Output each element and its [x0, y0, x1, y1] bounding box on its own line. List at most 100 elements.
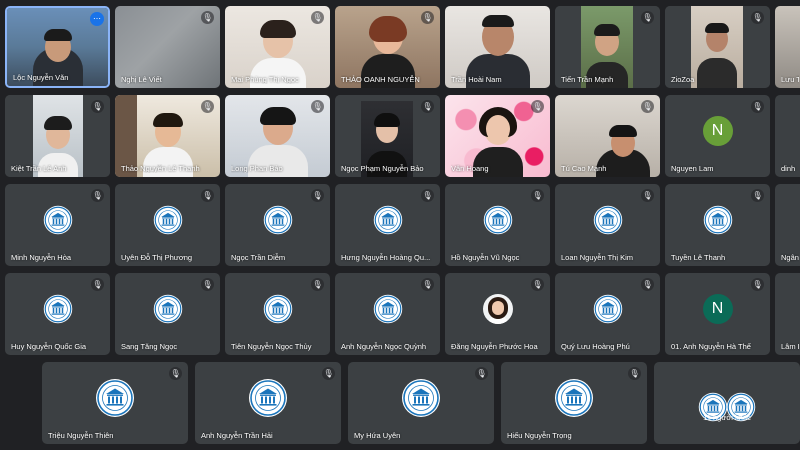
participant-name: Hiếu Nguyễn Trọng — [507, 431, 572, 440]
participant-tile[interactable]: Trần Hoài Nam — [445, 6, 550, 88]
participant-tile[interactable]: 🎙 Tuyền Lê Thanh — [665, 184, 770, 266]
participant-name: Ngân — [781, 253, 799, 262]
participant-tile[interactable]: 🎙 Nghị Lê Viết — [115, 6, 220, 88]
others-tile[interactable]: 11 người khác — [654, 362, 800, 444]
avatar: N — [702, 116, 733, 147]
participant-tile[interactable]: N 🎙 Nguyen Lam — [665, 95, 770, 177]
mic-off-icon: 🎙 — [91, 189, 104, 202]
mic-off-icon: 🎙 — [475, 367, 488, 380]
participant-tile[interactable]: 🎙 Loan Nguyễn Thị Kim — [555, 184, 660, 266]
mic-off-icon: 🎙 — [311, 100, 324, 113]
participant-tile[interactable]: dinh — [775, 95, 800, 177]
participant-tile[interactable]: 🎙 Sang Tăng Ngọc — [115, 273, 220, 355]
participant-name: Anh Nguyễn Trần Hải — [201, 431, 273, 440]
mic-off-icon: 🎙 — [751, 100, 764, 113]
mic-off-icon: 🎙 — [322, 367, 335, 380]
participant-name: Tiến Trần Mạnh — [561, 75, 614, 84]
participant-name: Anh Nguyễn Ngọc Quỳnh — [341, 342, 427, 351]
participant-tile[interactable]: 🎙 Ngọc Trần Diễm — [225, 184, 330, 266]
participant-name: Huy Nguyễn Quốc Gia — [11, 342, 87, 351]
participant-name: My Hứa Uyên — [354, 431, 401, 440]
participant-tile[interactable]: ⋯ Lộc Nguyễn Văn — [5, 6, 110, 88]
participant-name: Đăng Nguyễn Phước Hoa — [451, 342, 538, 351]
mic-off-icon: 🎙 — [201, 278, 214, 291]
participant-name: Lộc Nguyễn Văn — [13, 73, 69, 82]
university-logo-avatar — [262, 205, 293, 235]
mic-off-icon: 🎙 — [531, 278, 544, 291]
participant-name: Hưng Nguyễn Hoàng Qu... — [341, 253, 431, 262]
mic-off-icon: 🎙 — [751, 189, 764, 202]
university-logo-avatar — [482, 205, 513, 235]
university-logo-avatar — [372, 294, 403, 324]
mic-off-icon: 🎙 — [421, 11, 434, 24]
participant-tile[interactable]: 🎙 Thảo Nguyễn Lê Thanh — [115, 95, 220, 177]
university-logo-avatar — [152, 205, 183, 235]
university-logo-avatar — [592, 294, 623, 324]
participant-name: Mai Phùng Thị Ngọc — [231, 75, 299, 84]
participant-name: Nguyen Lam — [671, 164, 714, 173]
participant-tile[interactable]: 🎙 THẢO OANH NGUYỄN — [335, 6, 440, 88]
mic-off-icon: 🎙 — [641, 278, 654, 291]
participant-tile[interactable]: 🎙 Đăng Nguyễn Phước Hoa — [445, 273, 550, 355]
participant-name: Thảo Nguyễn Lê Thanh — [121, 164, 200, 173]
mic-off-icon: 🎙 — [641, 100, 654, 113]
mic-off-icon: 🎙 — [751, 11, 764, 24]
mic-off-icon: 🎙 — [201, 189, 214, 202]
participant-name: THẢO OANH NGUYỄN — [341, 75, 420, 84]
participant-tile[interactable]: 🎙 Mai Phùng Thị Ngọc — [225, 6, 330, 88]
participant-tile[interactable]: Lâm L — [775, 273, 800, 355]
participant-name: Loan Nguyễn Thị Kim — [561, 253, 633, 262]
university-logo-avatar — [95, 378, 135, 418]
university-logo-avatar — [42, 205, 73, 235]
university-logo-avatar — [372, 205, 403, 235]
mic-off-icon: 🎙 — [311, 189, 324, 202]
mic-off-icon: 🎙 — [641, 189, 654, 202]
participant-name: Tuyền Lê Thanh — [671, 253, 726, 262]
mic-off-icon: 🎙 — [751, 278, 764, 291]
participant-tile[interactable]: 🎙 Quý Lưu Hoàng Phú — [555, 273, 660, 355]
participant-tile[interactable]: 🎙 Uyên Đỗ Thị Phương — [115, 184, 220, 266]
mic-off-icon: 🎙 — [91, 278, 104, 291]
participant-tile[interactable]: 🎙 Minh Nguyễn Hòa — [5, 184, 110, 266]
participant-name: Ngọc Trần Diễm — [231, 253, 286, 262]
participant-name: 01. Anh Nguyễn Hà Thế — [671, 342, 751, 351]
mic-off-icon: 🎙 — [641, 11, 654, 24]
university-logo-avatar — [262, 294, 293, 324]
mic-off-icon: 🎙 — [311, 278, 324, 291]
participant-tile[interactable]: 🎙 My Hứa Uyên — [348, 362, 494, 444]
participant-tile[interactable]: 🎙 Hồ Nguyễn Vũ Ngọc — [445, 184, 550, 266]
participant-name: Uyên Đỗ Thị Phương — [121, 253, 193, 262]
participant-tile[interactable]: N 🎙 01. Anh Nguyễn Hà Thế — [665, 273, 770, 355]
participant-tile[interactable]: 🎙 Ngọc Phạm Nguyễn Bảo — [335, 95, 440, 177]
mic-off-icon: 🎙 — [421, 189, 434, 202]
participant-tile[interactable]: 🎙 Long Phan Bảo — [225, 95, 330, 177]
participant-name: Trần Hoài Nam — [451, 75, 502, 84]
mic-off-icon: 🎙 — [628, 367, 641, 380]
participant-tile[interactable]: 🎙 Triệu Nguyễn Thiên — [42, 362, 188, 444]
university-logo-avatar — [554, 378, 594, 418]
participant-tile[interactable]: 🎙 Tiến Trần Mạnh — [555, 6, 660, 88]
participant-tile[interactable]: 🎙 Anh Nguyễn Ngọc Quỳnh — [335, 273, 440, 355]
participant-tile[interactable]: 🎙 Tú Cao Mạnh — [555, 95, 660, 177]
more-options-icon[interactable]: ⋯ — [90, 12, 104, 26]
participant-name: Lưu Th — [781, 75, 799, 84]
participant-tile[interactable]: 🎙 Hiếu Nguyễn Trọng — [501, 362, 647, 444]
participant-tile[interactable]: 🎙 Hưng Nguyễn Hoàng Qu... — [335, 184, 440, 266]
avatar — [482, 294, 513, 325]
mic-off-icon: 🎙 — [201, 11, 214, 24]
mic-off-icon: 🎙 — [421, 278, 434, 291]
participant-tile[interactable]: 🎙 Anh Nguyễn Trần Hải — [195, 362, 341, 444]
university-logo-avatar — [42, 294, 73, 324]
university-logo-avatar — [401, 378, 441, 418]
mic-off-icon: 🎙 — [311, 11, 324, 24]
university-logo-avatar — [702, 205, 733, 235]
participant-tile[interactable]: Lưu Th — [775, 6, 800, 88]
participant-tile[interactable]: 🎙 Huy Nguyễn Quốc Gia — [5, 273, 110, 355]
participant-tile[interactable]: Ngân — [775, 184, 800, 266]
participant-tile[interactable]: 🎙 Vân Hoang — [445, 95, 550, 177]
mic-off-icon: 🎙 — [531, 189, 544, 202]
participant-name: Long Phan Bảo — [231, 164, 283, 173]
participant-tile[interactable]: 🎙 ZioZoa — [665, 6, 770, 88]
participant-tile[interactable]: 🎙 Tiên Nguyễn Ngọc Thủy — [225, 273, 330, 355]
participant-tile[interactable]: 🎙 Kiệt Trần Lê Anh — [5, 95, 110, 177]
